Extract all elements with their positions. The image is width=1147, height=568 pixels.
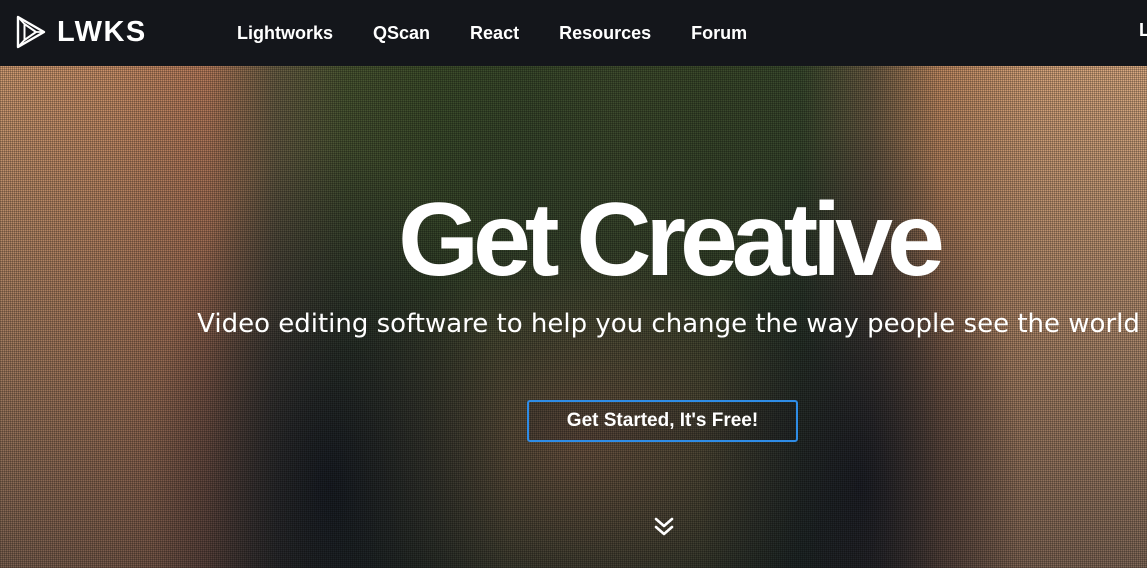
play-triangle-logo-icon	[16, 15, 46, 49]
nav-item-lightworks[interactable]: Lightworks	[237, 23, 333, 44]
nav-item-forum[interactable]: Forum	[691, 23, 747, 44]
top-navbar: LWKS Lightworks QScan React Resources Fo…	[0, 0, 1147, 66]
nav-item-react[interactable]: React	[470, 23, 519, 44]
logo-link[interactable]: LWKS	[15, 14, 147, 50]
nav-item-cutoff[interactable]: L	[1139, 20, 1147, 41]
double-chevron-down-icon[interactable]	[652, 515, 676, 539]
page: LWKS Lightworks QScan React Resources Fo…	[0, 0, 1147, 568]
hero-title: Get Creative	[398, 182, 945, 298]
hero-subtitle: Video editing software to help you chang…	[197, 309, 1140, 339]
hero-section: Get Creative Video editing software to h…	[0, 66, 1147, 568]
nav-item-resources[interactable]: Resources	[559, 23, 651, 44]
main-nav: Lightworks QScan React Resources Forum	[237, 0, 787, 66]
get-started-button[interactable]: Get Started, It's Free!	[527, 400, 798, 442]
nav-item-qscan[interactable]: QScan	[373, 23, 430, 44]
logo-text: LWKS	[57, 15, 147, 48]
